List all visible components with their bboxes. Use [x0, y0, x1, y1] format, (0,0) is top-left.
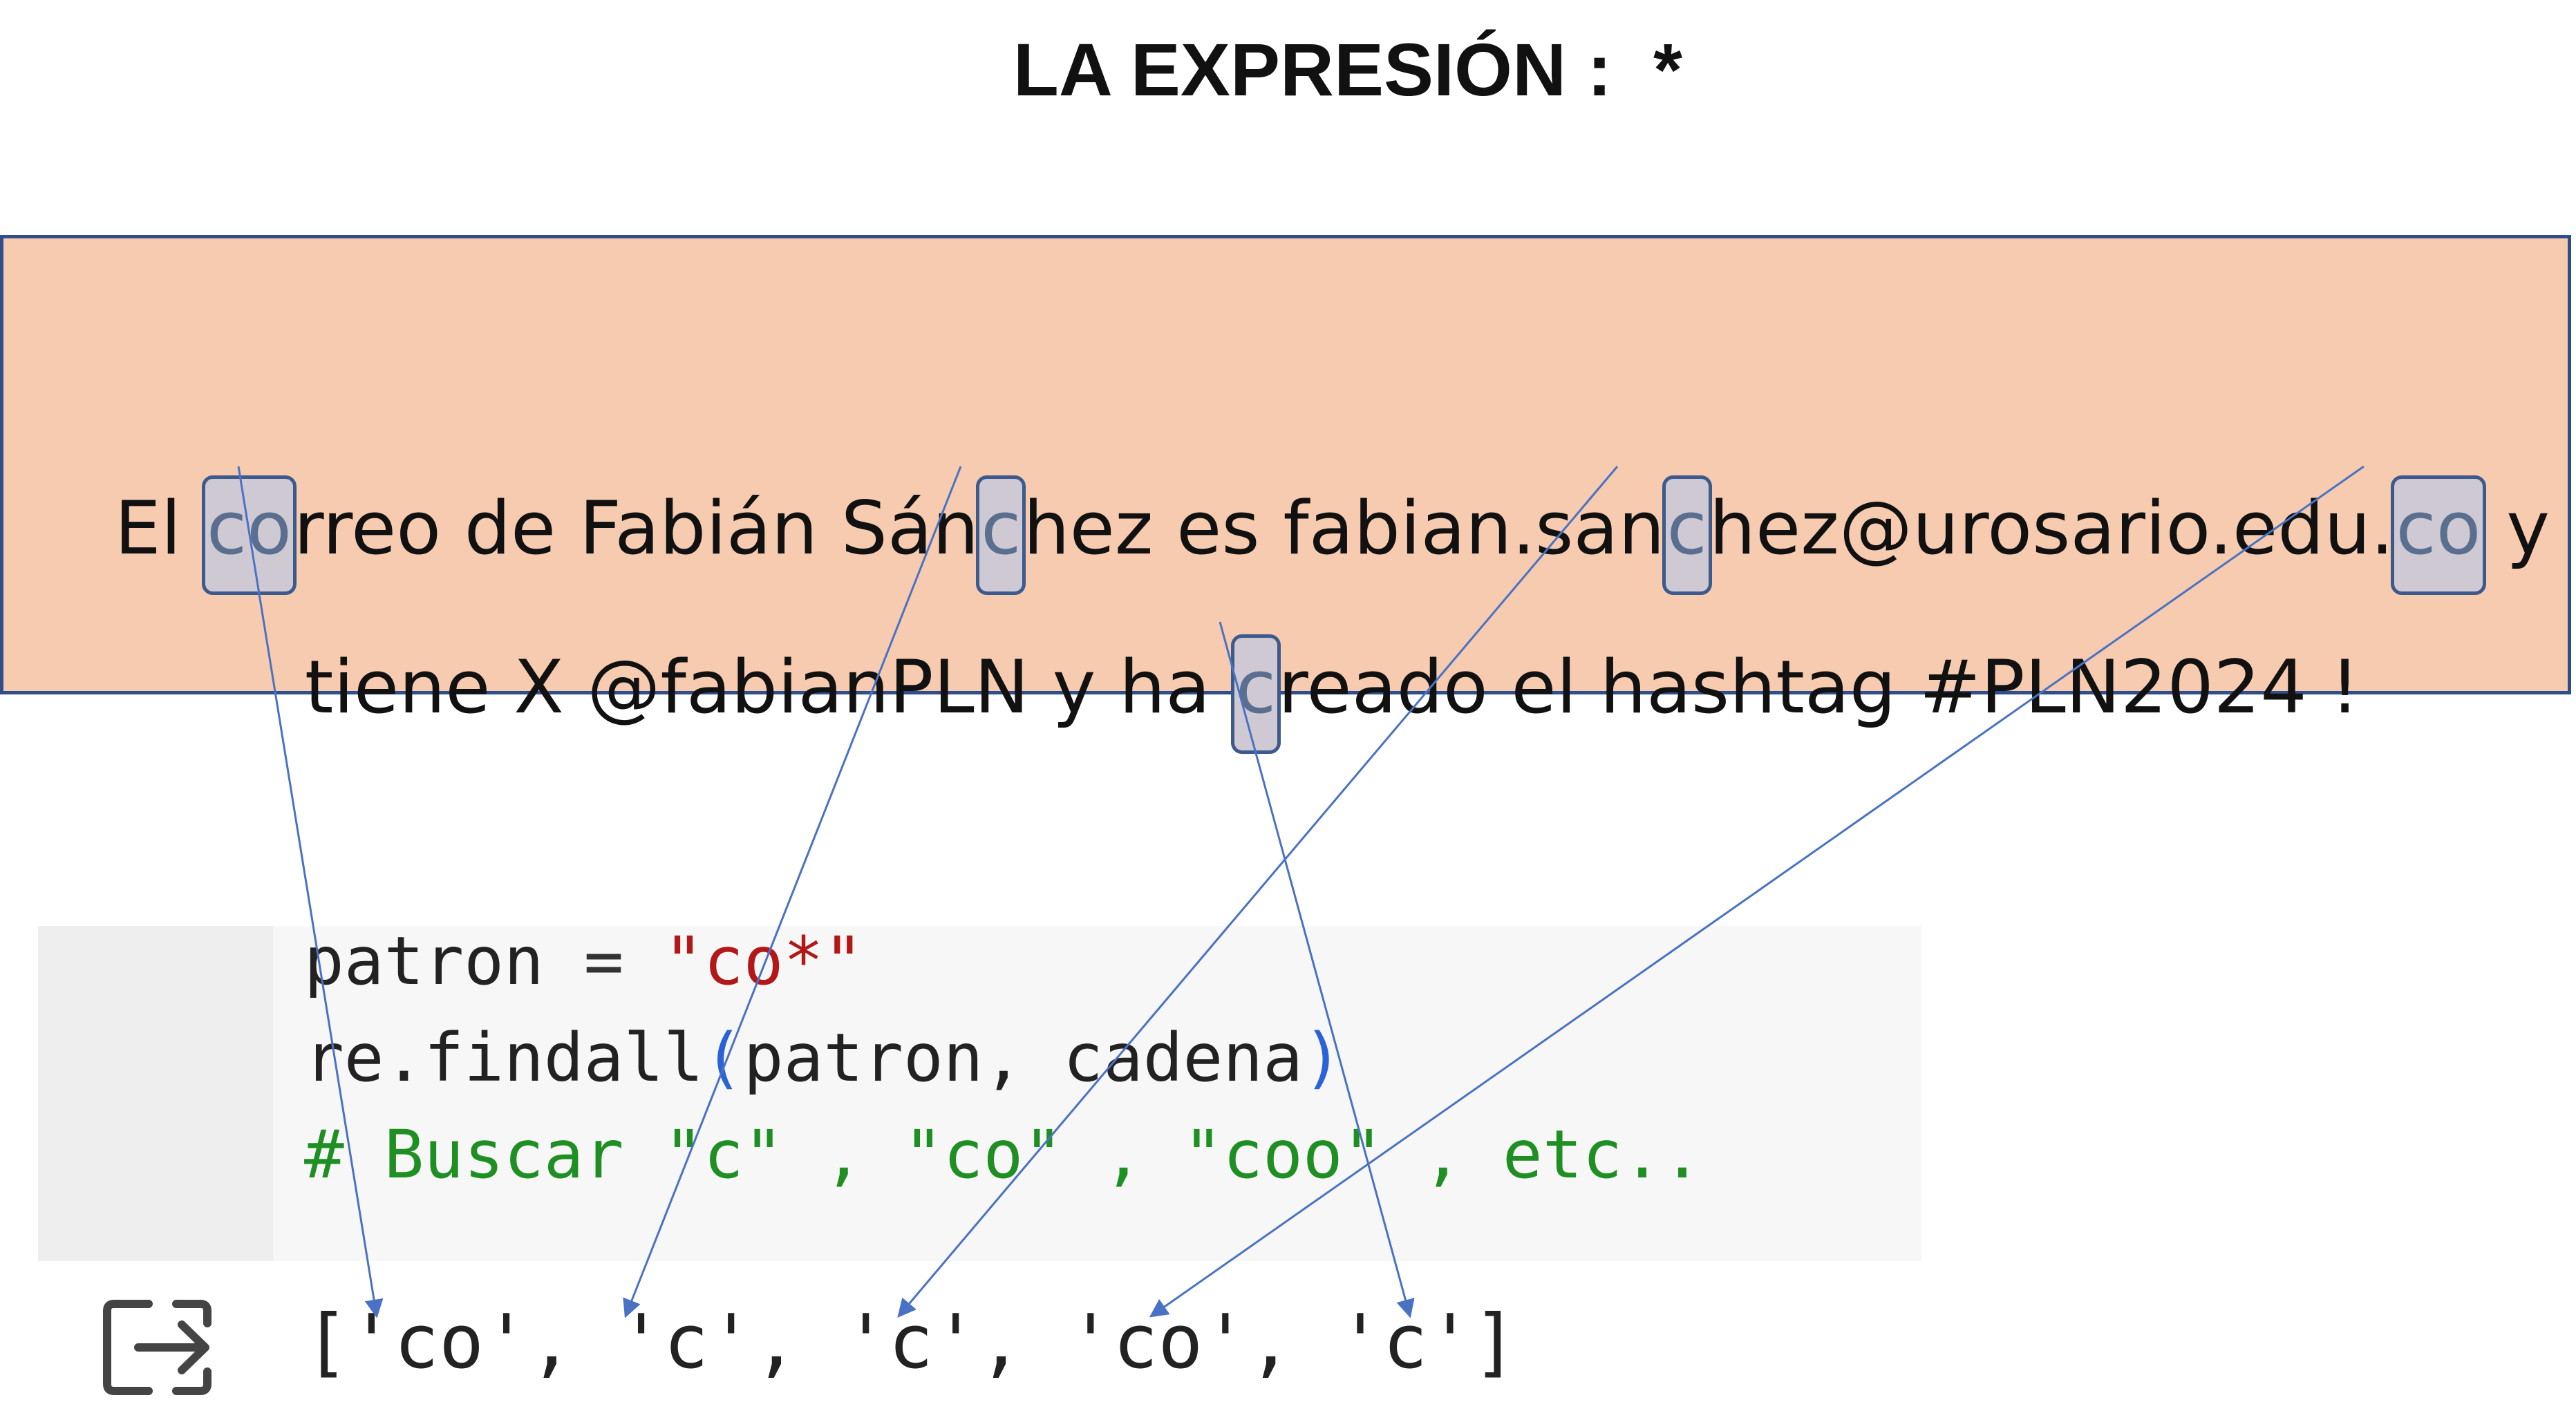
code-var: patron — [304, 922, 544, 1000]
code-function: re.findall — [304, 1019, 704, 1097]
match-highlight-5: c — [1230, 634, 1281, 754]
text-segment: tiene X @fabianPLN y ha — [304, 645, 1234, 730]
code-string: "co*" — [664, 922, 864, 1000]
page-title: LA EXPRESIÓN : * — [1013, 28, 1683, 111]
text-segment: reado el hashtag #PLN2024 ! — [1278, 645, 2360, 730]
code-operator: = — [543, 922, 664, 1000]
code-comment: # Buscar "c" , "co" , "coo" , etc.. — [304, 1116, 1702, 1193]
code-line-2: re.findall(patron, cadena) — [304, 1019, 1343, 1097]
code-cell[interactable]: patron = "co*" re.findall(patron, cadena… — [38, 922, 1921, 1261]
sentence-box: El correo de Fabián Sánchez es fabian.sa… — [0, 235, 2571, 754]
code-paren-close: ) — [1302, 1019, 1343, 1097]
code-paren-open: ( — [703, 1019, 744, 1097]
cell-gutter[interactable] — [38, 926, 273, 1261]
code-line-1: patron = "co*" — [304, 922, 863, 1000]
output-result: ['co', 'c', 'c', 'co', 'c'] — [304, 1299, 1518, 1385]
sentence-line-2: tiene X @fabianPLN y ha creado el hashta… — [3, 553, 2568, 822]
output-arrow-icon — [103, 1300, 211, 1395]
code-args: patron, cadena — [743, 1019, 1303, 1097]
